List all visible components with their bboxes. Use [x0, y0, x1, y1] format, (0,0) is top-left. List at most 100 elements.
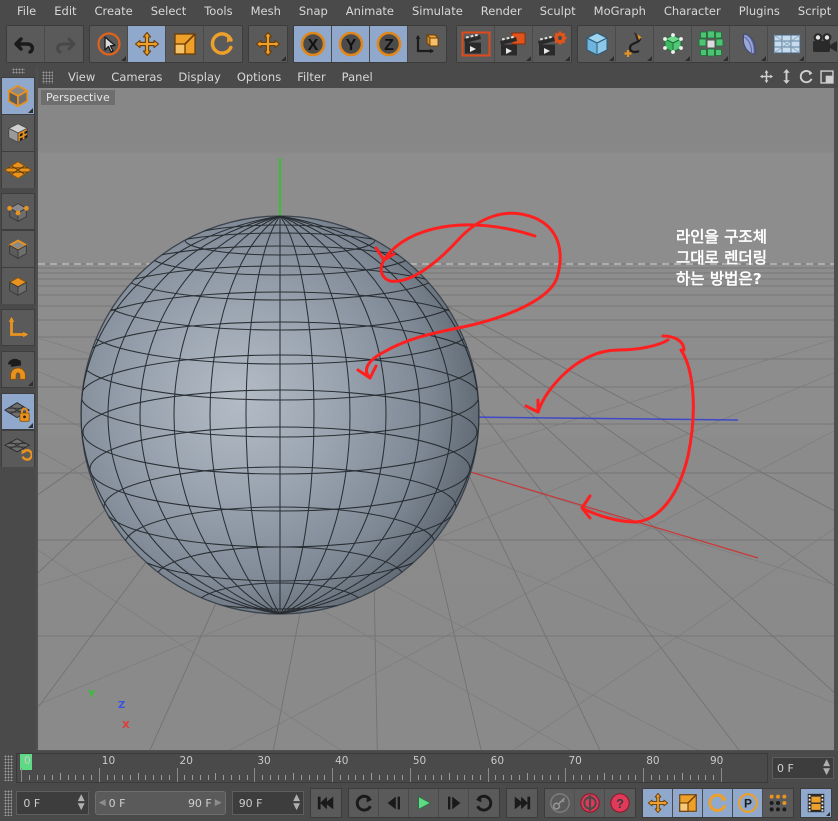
preview-range-slider[interactable]: ◀ 0 F 90 F ▶ — [94, 791, 226, 815]
add-cube-button[interactable] — [578, 26, 616, 62]
move-tool-button[interactable] — [128, 26, 166, 62]
menu-item-mesh[interactable]: Mesh — [242, 2, 290, 20]
rotation-key-icon — [707, 793, 726, 812]
add-camera-button[interactable] — [806, 26, 838, 62]
perspective-viewport[interactable]: Perspective Y X Z 라인을 구조체 그대로 렌더링 하는 방법은… — [38, 88, 834, 750]
menu-item-tools[interactable]: Tools — [195, 2, 241, 20]
scale-tool-button[interactable] — [166, 26, 204, 62]
menu-item-animate[interactable]: Animate — [337, 2, 403, 20]
animation-layout-button[interactable] — [801, 789, 831, 817]
keyframe-selection-button[interactable]: ? — [605, 789, 635, 817]
timeline-tick — [479, 775, 481, 780]
render-settings-button[interactable] — [533, 26, 571, 62]
y-axis-button[interactable]: Y — [332, 26, 370, 62]
go-to-end-button[interactable] — [507, 789, 537, 817]
maximize-view-icon[interactable] — [820, 69, 834, 84]
timeline-tick — [36, 775, 38, 780]
bottombar-grip[interactable] — [4, 790, 13, 816]
menu-item-edit[interactable]: Edit — [45, 2, 85, 20]
z-axis-button[interactable]: Z — [370, 26, 408, 62]
sidebar-item-workplane-lock[interactable] — [1, 393, 35, 430]
autokeying-button[interactable] — [545, 789, 575, 817]
sidebar-item-model-mode[interactable] — [1, 77, 35, 114]
menu-item-file[interactable]: File — [8, 2, 45, 20]
coordinate-system-button[interactable] — [408, 26, 446, 62]
live-selection-button[interactable] — [90, 26, 128, 62]
current-frame-spinner-icon[interactable]: ▲ ▼ — [78, 794, 85, 812]
play-button[interactable] — [409, 789, 439, 817]
menu-item-script[interactable]: Script — [789, 2, 838, 20]
range-left-arrow-icon[interactable]: ◀ — [99, 798, 106, 808]
timeline-tick — [682, 773, 684, 780]
sidebar-item-snap-settings[interactable] — [1, 351, 35, 388]
scale-key-button[interactable] — [673, 789, 703, 817]
timeline-tick — [697, 775, 699, 780]
timeline-ruler[interactable]: 0 10 20 30 40 50 60 70 80 90 — [16, 753, 768, 783]
menu-item-simulate[interactable]: Simulate — [403, 2, 472, 20]
max-frame-spinner-icon[interactable]: ▲ ▼ — [293, 794, 300, 812]
rotate-view-icon[interactable] — [799, 69, 814, 84]
dolly-view-icon[interactable] — [780, 69, 793, 84]
mograph-cloner-button[interactable] — [692, 26, 730, 62]
move-duplicate-button[interactable] — [249, 26, 287, 62]
menu-item-sculpt[interactable]: Sculpt — [531, 2, 585, 20]
viewport-menu-filter[interactable]: Filter — [289, 68, 333, 86]
flyout-corner-icon — [121, 56, 126, 61]
timeline-frame-spinner-icon[interactable]: ▲ ▼ — [823, 759, 830, 777]
sidebar-item-workplane-align[interactable] — [1, 430, 35, 467]
viewport-menu-cameras[interactable]: Cameras — [103, 68, 170, 86]
menu-item-plugins[interactable]: Plugins — [730, 2, 789, 20]
point-level-animation-button[interactable] — [763, 789, 793, 817]
menu-item-create[interactable]: Create — [86, 2, 142, 20]
sidebar-item-edges-mode[interactable] — [1, 230, 35, 267]
sidebar-item-texture-mode[interactable] — [1, 114, 35, 151]
add-floor-button[interactable] — [768, 26, 806, 62]
next-frame-button[interactable] — [439, 789, 469, 817]
previous-frame-button[interactable] — [379, 789, 409, 817]
viewport-menu-view[interactable]: View — [60, 68, 103, 86]
rotate-tool-button[interactable] — [204, 26, 242, 62]
menu-item-render[interactable]: Render — [472, 2, 531, 20]
viewport-header-grip[interactable] — [42, 70, 53, 84]
x-axis-button[interactable]: X — [294, 26, 332, 62]
go-to-start-button[interactable] — [311, 789, 341, 817]
record-active-objects-button[interactable] — [575, 789, 605, 817]
menu-item-mograph[interactable]: MoGraph — [585, 2, 655, 20]
render-picture-viewer-button[interactable] — [495, 26, 533, 62]
rotation-key-button[interactable] — [703, 789, 733, 817]
sidebar-item-axis-modify[interactable] — [1, 309, 35, 346]
viewport-menu-panel[interactable]: Panel — [334, 68, 381, 86]
timeline-major-tick — [254, 768, 256, 782]
max-frame-field[interactable]: 90 F ▲ ▼ — [231, 791, 304, 815]
viewport-menu-options[interactable]: Options — [229, 68, 289, 86]
add-deformer-button[interactable] — [730, 26, 768, 62]
add-generator-button[interactable] — [654, 26, 692, 62]
sidebar-item-points-mode[interactable] — [1, 193, 35, 230]
flyout-corner-icon — [28, 108, 33, 113]
viewport-3d-scene — [38, 88, 834, 750]
sidebar-item-polygons-mode[interactable] — [1, 267, 35, 304]
menu-item-snap[interactable]: Snap — [290, 2, 337, 20]
timeline-tick — [464, 775, 466, 780]
sidebar-item-workplane-mode[interactable] — [1, 151, 35, 188]
rotate-icon — [210, 32, 233, 55]
current-frame-field[interactable]: 0 F ▲ ▼ — [16, 791, 89, 815]
render-view-button[interactable] — [457, 26, 495, 62]
viewport-menu-display[interactable]: Display — [170, 68, 228, 86]
position-key-button[interactable] — [643, 789, 673, 817]
go-to-start-icon — [317, 796, 334, 810]
redo-button[interactable] — [45, 26, 83, 62]
timeline-major-tick — [721, 768, 722, 782]
parameter-key-button[interactable]: P — [733, 789, 763, 817]
next-key-button[interactable] — [469, 789, 499, 817]
menu-item-character[interactable]: Character — [655, 2, 730, 20]
sidebar-grip[interactable] — [11, 68, 25, 74]
spline-pen-button[interactable] — [616, 26, 654, 62]
pan-view-icon[interactable] — [759, 69, 774, 84]
previous-key-button[interactable] — [349, 789, 379, 817]
menu-item-select[interactable]: Select — [142, 2, 195, 20]
range-right-arrow-icon[interactable]: ▶ — [215, 798, 222, 808]
timeline-frame-field[interactable]: 0 F ▲ ▼ — [772, 757, 834, 779]
timeline-grip[interactable] — [4, 755, 13, 781]
undo-button[interactable] — [7, 26, 45, 62]
